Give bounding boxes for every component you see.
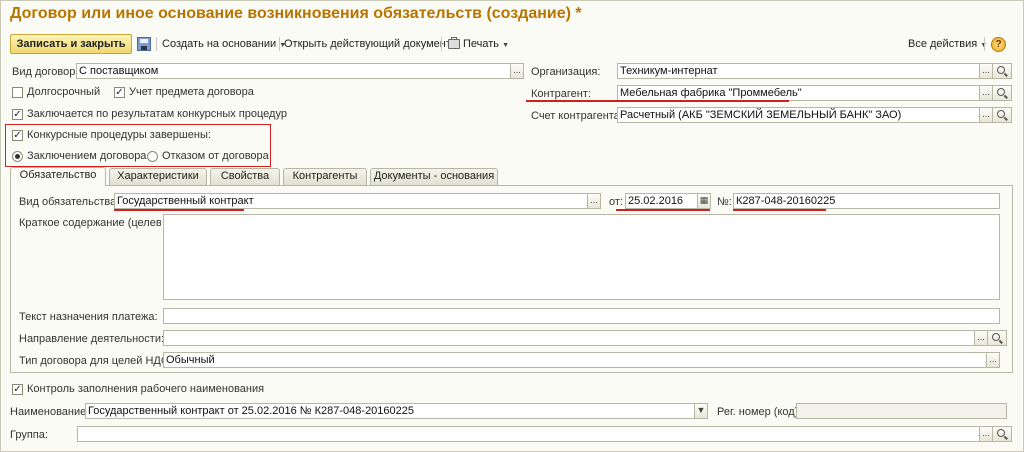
group-field[interactable]	[77, 426, 980, 442]
name-control-label: Контроль заполнения рабочего наименовани…	[27, 383, 265, 395]
counterparty-field[interactable]: Мебельная фабрика "Проммебель"	[617, 85, 980, 101]
all-actions-label: Все действия	[908, 38, 978, 50]
search-icon	[997, 429, 1005, 437]
open-current-document-button[interactable]: Открыть действующий документ	[284, 34, 451, 54]
print-label: Печать	[463, 38, 500, 50]
counterparty-label: Контрагент:	[531, 88, 591, 100]
counterparty-select-button[interactable]: ...	[979, 85, 993, 101]
number-field[interactable]: К287-048-20160225	[733, 193, 1000, 209]
payment-purpose-label: Текст назначения платежа:	[19, 311, 158, 323]
payment-purpose-field[interactable]	[163, 308, 1000, 324]
long-term-checkbox[interactable]	[12, 87, 23, 98]
toolbar-separator	[279, 37, 280, 51]
create-based-on-label: Создать на основании	[162, 38, 277, 50]
number-label: №:	[717, 196, 732, 208]
summary-label: Краткое содержание (целево...	[19, 217, 161, 229]
obligation-type-field[interactable]: Государственный контракт	[114, 193, 588, 209]
counterparty-underline	[526, 100, 789, 102]
search-icon	[997, 66, 1005, 74]
group-search-button[interactable]	[992, 426, 1012, 442]
activity-field[interactable]	[163, 330, 975, 346]
search-icon	[992, 333, 1000, 341]
organization-select-button[interactable]: ...	[979, 63, 993, 79]
activity-select-button[interactable]: ...	[974, 330, 988, 346]
search-icon	[997, 88, 1005, 96]
counterparty-search-button[interactable]	[992, 85, 1012, 101]
tab-characteristics[interactable]: Характеристики	[109, 168, 207, 185]
printer-icon[interactable]	[448, 37, 460, 49]
toolbar-separator	[984, 37, 985, 51]
radio-refusal-label: Отказом от договора	[162, 150, 269, 162]
contract-type-field[interactable]: С поставщиком	[76, 63, 511, 79]
number-underline	[733, 209, 826, 211]
print-menu[interactable]: Печать ▼	[463, 34, 509, 54]
name-field[interactable]: Государственный контракт от 25.02.2016 №…	[85, 403, 695, 419]
procedures-done-label: Конкурсные процедуры завершены:	[27, 129, 211, 141]
radio-refusal[interactable]	[147, 151, 158, 162]
date-underline	[616, 209, 710, 211]
tab-counterparties[interactable]: Контрагенты	[283, 168, 367, 185]
toolbar-separator	[441, 37, 442, 51]
counterparty-account-search-button[interactable]	[992, 107, 1012, 123]
calendar-icon: ▦	[699, 195, 709, 205]
obligation-type-underline	[114, 209, 244, 211]
radio-conclusion-label: Заключением договора	[27, 150, 147, 162]
group-select-button[interactable]: ...	[979, 426, 993, 442]
competitive-checkbox[interactable]: ✓	[12, 109, 23, 120]
window-title: Договор или иное основание возникновения…	[10, 5, 582, 22]
name-label: Наименование:	[10, 406, 90, 418]
vat-type-select-button[interactable]: ...	[986, 352, 1000, 368]
all-actions-menu[interactable]: Все действия ▼	[908, 34, 987, 54]
vat-type-label: Тип договора для целей НДС:	[19, 355, 172, 367]
search-icon	[997, 110, 1005, 118]
radio-conclusion[interactable]	[12, 151, 23, 162]
organization-label: Организация:	[531, 66, 601, 78]
organization-search-button[interactable]	[992, 63, 1012, 79]
date-field[interactable]: 25.02.2016	[625, 193, 698, 209]
activity-search-button[interactable]	[987, 330, 1007, 346]
reg-number-field[interactable]	[796, 403, 1007, 419]
tab-properties[interactable]: Свойства	[210, 168, 280, 185]
create-based-on-menu[interactable]: Создать на основании ▼	[162, 34, 286, 54]
save-and-close-button[interactable]: Записать и закрыть	[10, 34, 132, 54]
date-from-label: от:	[609, 196, 623, 208]
subject-accounting-checkbox[interactable]: ✓	[114, 87, 125, 98]
calendar-button[interactable]: ▦	[697, 193, 711, 209]
contract-type-label: Вид договора:	[12, 66, 85, 78]
subject-accounting-label: Учет предмета договора	[129, 86, 254, 98]
name-control-checkbox[interactable]: ✓	[12, 384, 23, 395]
chevron-down-icon: ▼	[696, 405, 706, 415]
toolbar-separator	[156, 37, 157, 51]
obligation-type-label: Вид обязательства:	[19, 196, 120, 208]
group-label: Группа:	[10, 429, 48, 441]
chevron-down-icon: ▼	[502, 42, 510, 49]
help-icon[interactable]: ?	[991, 37, 1006, 52]
summary-textarea[interactable]	[163, 214, 1000, 300]
vat-type-field[interactable]: Обычный	[163, 352, 987, 368]
long-term-label: Долгосрочный	[27, 86, 101, 98]
name-dropdown-button[interactable]: ▼	[694, 403, 708, 419]
tab-base-documents[interactable]: Документы - основания	[370, 168, 498, 185]
organization-field[interactable]: Техникум-интернат	[617, 63, 980, 79]
obligation-type-select-button[interactable]: ...	[587, 193, 601, 209]
reg-number-label: Рег. номер (код):	[717, 406, 802, 418]
procedures-done-checkbox[interactable]: ✓	[12, 130, 23, 141]
save-icon[interactable]	[137, 37, 151, 51]
contract-type-select-button[interactable]: ...	[510, 63, 524, 79]
activity-label: Направление деятельности:	[19, 333, 165, 345]
counterparty-account-field[interactable]: Расчетный (АКБ "ЗЕМСКИЙ ЗЕМЕЛЬНЫЙ БАНК" …	[617, 107, 980, 123]
competitive-label: Заключается по результатам конкурсных пр…	[27, 108, 287, 120]
counterparty-account-label: Счет контрагента:	[531, 110, 623, 122]
counterparty-account-select-button[interactable]: ...	[979, 107, 993, 123]
